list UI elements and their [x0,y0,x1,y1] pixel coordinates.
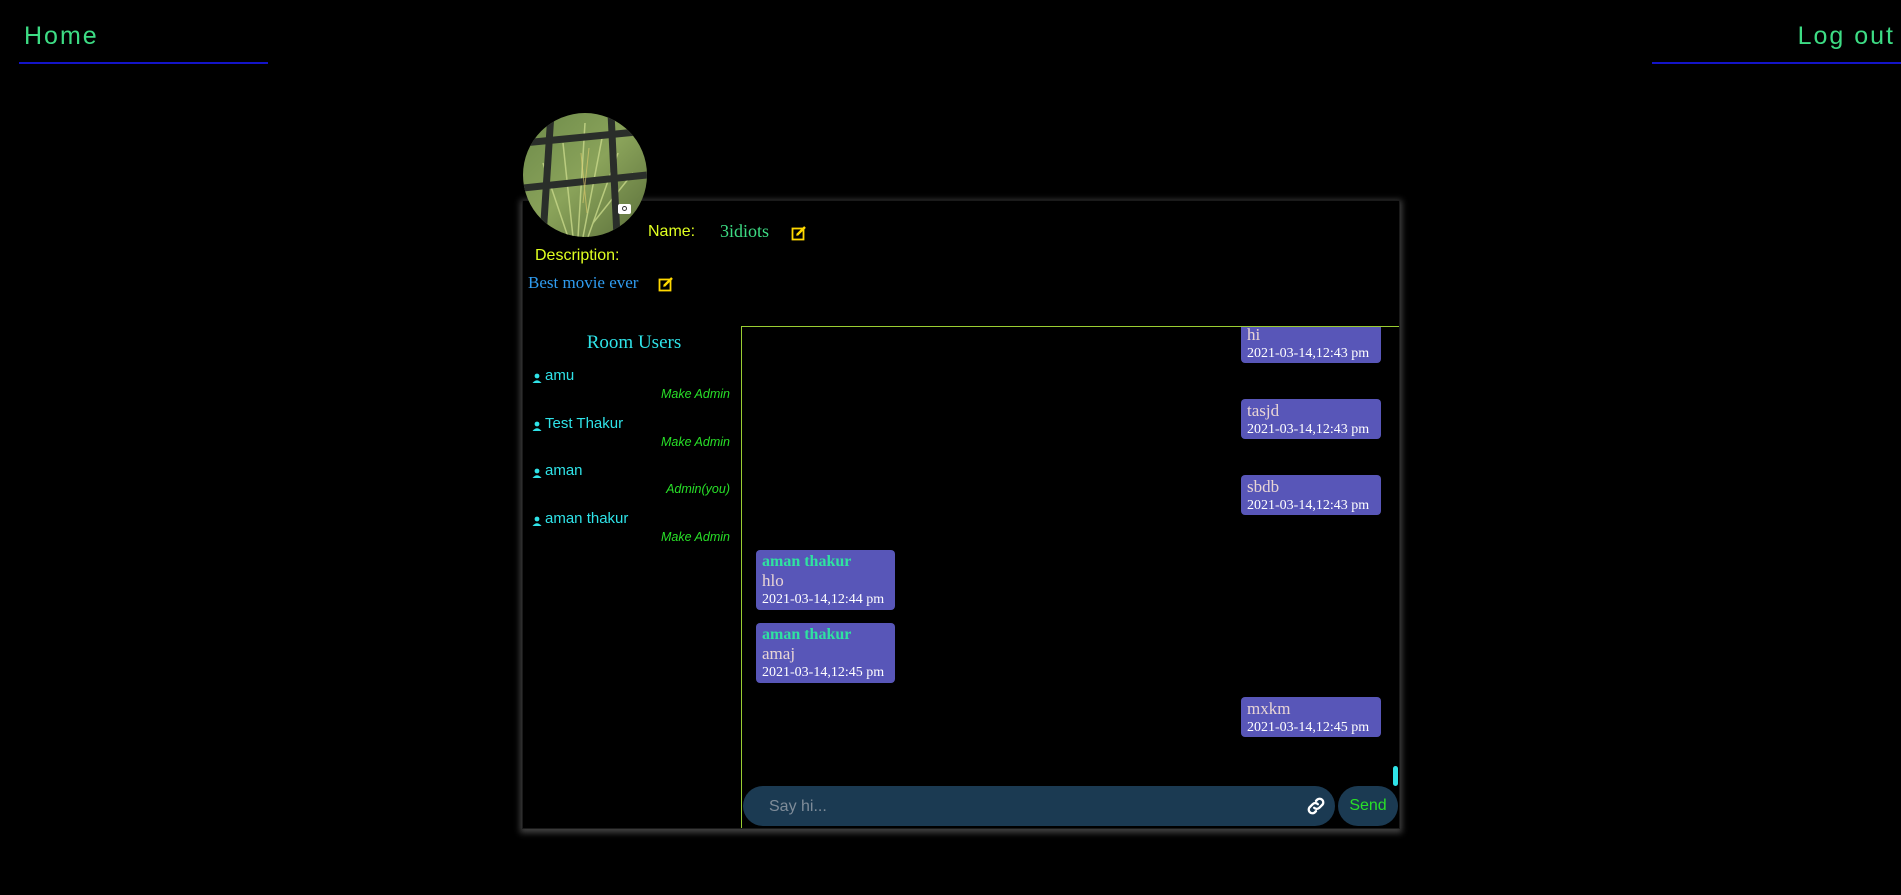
message-bubble: aman thakur hlo 2021-03-14,12:44 pm [756,550,895,610]
user-row: amu Make Admin [532,367,730,413]
room-name: 3idiots [720,221,770,241]
description-label: Description: [535,247,620,264]
user-name: amu [545,367,575,384]
make-admin-button[interactable]: Make Admin [661,387,730,401]
message-bubble: hi 2021-03-14,12:43 pm [1241,326,1381,363]
logout-underline [1652,62,1901,64]
room-avatar[interactable] [523,113,647,237]
home-link[interactable]: Home [24,22,99,51]
message-text: hi [1247,326,1261,344]
admin-status-label: Admin(you) [666,482,730,496]
avatar-image [523,113,647,237]
make-admin-button[interactable]: Make Admin [661,530,730,544]
message-time: 2021-03-14,12:43 pm [1247,422,1370,437]
user-row: aman thakur Make Admin [532,510,730,556]
message-bubble: tasjd 2021-03-14,12:43 pm [1241,399,1381,439]
user-row: aman Admin(you) [532,462,730,508]
message-text: tasjd [1247,401,1280,420]
message-time: 2021-03-14,12:45 pm [1247,720,1370,735]
message-bubble: aman thakur amaj 2021-03-14,12:45 pm [756,623,895,683]
message-time: 2021-03-14,12:45 pm [762,665,885,680]
name-label: Name: [648,223,696,240]
home-underline [19,62,268,64]
send-button[interactable]: Send [1338,786,1398,826]
user-name: aman [545,462,583,479]
edit-description-icon[interactable] [658,276,674,292]
user-name: aman thakur [545,510,629,527]
message-bubble: sbdb 2021-03-14,12:43 pm [1241,475,1381,515]
room-users-title: Room Users [586,332,682,353]
room-description: Best movie ever [528,273,639,292]
message-time: 2021-03-14,12:43 pm [1247,498,1370,513]
user-icon [532,468,542,478]
message-input[interactable] [767,786,1291,828]
user-icon [532,516,542,526]
message-composer [743,786,1335,828]
message-text: mxkm [1247,699,1291,718]
user-icon [532,421,542,431]
message-bubble: mxkm 2021-03-14,12:45 pm [1241,697,1381,737]
message-time: 2021-03-14,12:44 pm [762,592,885,607]
logout-link[interactable]: Log out [1798,22,1895,51]
user-icon [532,373,542,383]
edit-name-icon[interactable] [791,225,807,241]
message-text: sbdb [1247,477,1280,496]
chat-messages-area[interactable]: hi 2021-03-14,12:43 pm tasjd 2021-03-14,… [741,326,1399,828]
message-sender: aman thakur [762,553,852,570]
camera-icon[interactable] [618,204,631,214]
attach-link-icon[interactable] [1305,795,1327,817]
message-text: hlo [762,571,784,590]
message-sender: aman thakur [762,626,852,643]
message-time: 2021-03-14,12:43 pm [1247,346,1370,361]
message-text: amaj [762,644,796,663]
user-name: Test Thakur [545,415,624,432]
make-admin-button[interactable]: Make Admin [661,435,730,449]
user-row: Test Thakur Make Admin [532,415,730,461]
chat-scrollbar[interactable] [1393,766,1398,786]
